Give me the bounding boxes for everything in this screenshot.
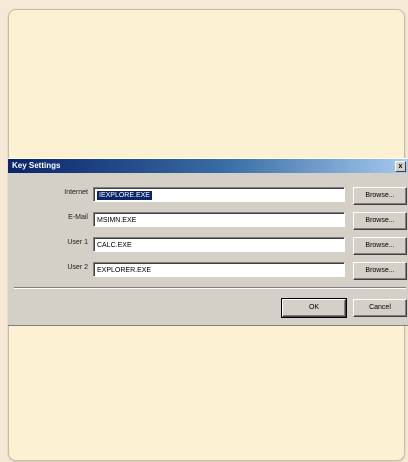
close-icon[interactable]: x	[395, 161, 406, 172]
user1-label: User 1	[67, 239, 88, 246]
user1-field[interactable]: CALC.EXE	[93, 237, 345, 252]
internet-browse-button[interactable]: Browse...	[353, 187, 407, 205]
internet-value: IEXPLORE.EXE	[97, 191, 152, 200]
user2-field[interactable]: EXPLORER.EXE	[93, 262, 345, 277]
internet-row: Internet IEXPLORE.EXE Browse...	[8, 185, 408, 205]
email-label: E-Mail	[68, 214, 88, 221]
dialog-titlebar: Key Settings x	[8, 159, 408, 173]
user1-row: User 1 CALC.EXE Browse...	[8, 235, 408, 255]
email-row: E-Mail MSIMN.EXE Browse...	[8, 210, 408, 230]
internet-field[interactable]: IEXPLORE.EXE	[93, 187, 345, 202]
dialog-title: Key Settings	[12, 161, 61, 170]
ok-button[interactable]: OK	[281, 298, 347, 318]
user2-row: User 2 EXPLORER.EXE Browse...	[8, 260, 408, 280]
cancel-button[interactable]: Cancel	[353, 299, 407, 317]
dialog-separator	[14, 287, 406, 289]
key-settings-dialog: Key Settings x Internet IEXPLORE.EXE Bro…	[8, 158, 408, 326]
user1-browse-button[interactable]: Browse...	[353, 237, 407, 255]
user2-label: User 2	[67, 264, 88, 271]
email-browse-button[interactable]: Browse...	[353, 212, 407, 230]
email-field[interactable]: MSIMN.EXE	[93, 212, 345, 227]
user2-browse-button[interactable]: Browse...	[353, 262, 407, 280]
internet-label: Internet	[64, 189, 88, 196]
